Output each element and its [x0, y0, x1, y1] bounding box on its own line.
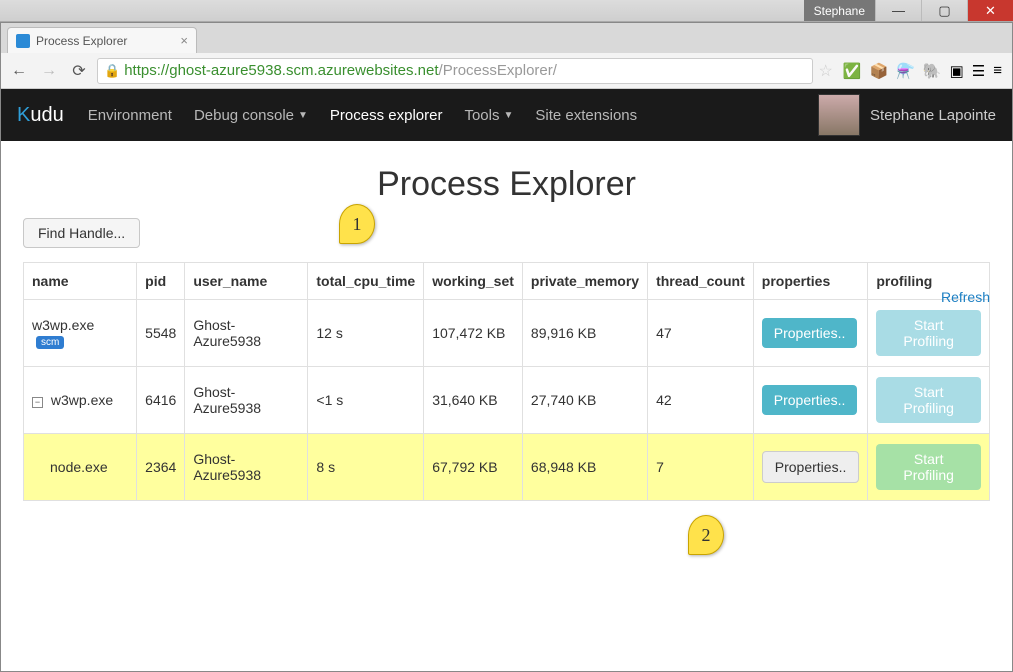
- process-name: w3wp.exe: [51, 392, 113, 408]
- tab-favicon: [16, 34, 30, 48]
- cell-ws: 67,792 KB: [424, 434, 523, 501]
- url-path: /ProcessExplorer/: [439, 62, 557, 79]
- annotation-callout-1: 1: [339, 204, 375, 244]
- nav-process-explorer[interactable]: Process explorer: [330, 107, 443, 124]
- browser-toolbar: ← → ⟳ 🔒 https ://ghost-azure5938.scm.azu…: [1, 53, 1012, 89]
- cell-pm: 68,948 KB: [522, 434, 647, 501]
- cell-user: Ghost-Azure5938: [185, 300, 308, 367]
- tree-collapse-icon[interactable]: −: [32, 397, 43, 408]
- start-profiling-button[interactable]: Start Profiling: [876, 310, 981, 356]
- ext-box-icon[interactable]: 📦: [870, 62, 889, 80]
- url-scheme: https: [124, 62, 157, 79]
- col-working-set: working_set: [424, 263, 523, 300]
- table-row: − w3wp.exe 6416 Ghost-Azure5938 <1 s 31,…: [24, 367, 990, 434]
- browser-menu-icon[interactable]: ≡: [993, 62, 1002, 79]
- nav-debug-console[interactable]: Debug console ▼: [194, 107, 308, 124]
- table-header-row: name pid user_name total_cpu_time workin…: [24, 263, 990, 300]
- cell-user: Ghost-Azure5938: [185, 367, 308, 434]
- user-name: Stephane Lapointe: [870, 107, 996, 124]
- process-name: node.exe: [32, 459, 108, 475]
- window-user-badge: Stephane: [804, 0, 875, 21]
- nav-tools-label: Tools: [464, 107, 499, 124]
- col-total-cpu-time: total_cpu_time: [308, 263, 424, 300]
- nav-debug-console-label: Debug console: [194, 107, 294, 124]
- table-row: w3wp.exe scm 5548 Ghost-Azure5938 12 s 1…: [24, 300, 990, 367]
- find-handle-button[interactable]: Find Handle...: [23, 218, 140, 248]
- ext-beaker-icon[interactable]: ⚗️: [896, 62, 915, 80]
- url-host: ://ghost-azure5938.scm.azurewebsites.net: [157, 62, 439, 79]
- properties-button[interactable]: Properties..: [762, 451, 860, 483]
- cell-tc: 42: [648, 367, 754, 434]
- col-thread-count: thread_count: [648, 263, 754, 300]
- properties-button[interactable]: Properties..: [762, 385, 858, 415]
- bookmark-star-icon[interactable]: ☆: [819, 61, 833, 81]
- kudu-navbar: Kudu Environment Debug console ▼ Process…: [1, 89, 1012, 141]
- browser-tabstrip: Process Explorer ×: [1, 23, 1012, 53]
- tab-close-icon[interactable]: ×: [180, 33, 188, 48]
- cell-user: Ghost-Azure5938: [185, 434, 308, 501]
- col-pid: pid: [137, 263, 185, 300]
- cell-cpu: 12 s: [308, 300, 424, 367]
- lock-icon: 🔒: [104, 63, 120, 79]
- col-name: name: [24, 263, 137, 300]
- table-row-selected: node.exe 2364 Ghost-Azure5938 8 s 67,792…: [24, 434, 990, 501]
- window-titlebar: Stephane — ▢ ✕: [0, 0, 1013, 22]
- col-properties: properties: [753, 263, 868, 300]
- ext-check-icon[interactable]: ✅: [843, 62, 862, 80]
- cell-ws: 107,472 KB: [424, 300, 523, 367]
- start-profiling-button[interactable]: Start Profiling: [876, 377, 981, 423]
- cell-pid: 6416: [137, 367, 185, 434]
- cell-pm: 89,916 KB: [522, 300, 647, 367]
- process-table: name pid user_name total_cpu_time workin…: [23, 262, 990, 501]
- nav-site-extensions[interactable]: Site extensions: [535, 107, 637, 124]
- user-avatar[interactable]: [818, 94, 860, 136]
- address-bar[interactable]: 🔒 https ://ghost-azure5938.scm.azurewebs…: [97, 58, 813, 84]
- start-profiling-button[interactable]: Start Profiling: [876, 444, 981, 490]
- browser-tab[interactable]: Process Explorer ×: [7, 27, 197, 53]
- cell-cpu: <1 s: [308, 367, 424, 434]
- cell-pid: 2364: [137, 434, 185, 501]
- ext-evernote-icon[interactable]: 🐘: [923, 62, 942, 80]
- reload-button[interactable]: ⟳: [67, 59, 91, 83]
- caret-down-icon: ▼: [504, 110, 514, 121]
- caret-down-icon: ▼: [298, 110, 308, 121]
- annotation-callout-2: 2: [688, 515, 724, 555]
- forward-button[interactable]: →: [37, 59, 61, 83]
- brand-k: K: [17, 104, 30, 126]
- ext-stack-icon[interactable]: ☰: [972, 62, 985, 80]
- extension-icons: ✅ 📦 ⚗️ 🐘 ▣ ☰ ≡: [839, 62, 1006, 80]
- refresh-link[interactable]: Refresh: [941, 289, 990, 305]
- cell-tc: 7: [648, 434, 754, 501]
- nav-environment[interactable]: Environment: [88, 107, 172, 124]
- back-button[interactable]: ←: [7, 59, 31, 83]
- window-close-button[interactable]: ✕: [967, 0, 1013, 21]
- cell-pid: 5548: [137, 300, 185, 367]
- kudu-brand[interactable]: Kudu: [17, 104, 64, 127]
- nav-tools[interactable]: Tools ▼: [464, 107, 513, 124]
- properties-button[interactable]: Properties..: [762, 318, 858, 348]
- page-title: Process Explorer: [1, 165, 1012, 204]
- process-name: w3wp.exe: [32, 317, 94, 333]
- tab-title: Process Explorer: [36, 34, 127, 48]
- cell-pm: 27,740 KB: [522, 367, 647, 434]
- cell-tc: 47: [648, 300, 754, 367]
- brand-rest: udu: [30, 104, 63, 126]
- browser-window: Process Explorer × ← → ⟳ 🔒 https ://ghos…: [0, 22, 1013, 672]
- page-content: Kudu Environment Debug console ▼ Process…: [1, 89, 1012, 671]
- window-maximize-button[interactable]: ▢: [921, 0, 967, 21]
- scm-badge: scm: [36, 336, 64, 349]
- ext-cast-icon[interactable]: ▣: [950, 62, 964, 80]
- window-minimize-button[interactable]: —: [875, 0, 921, 21]
- col-user-name: user_name: [185, 263, 308, 300]
- col-private-memory: private_memory: [522, 263, 647, 300]
- cell-cpu: 8 s: [308, 434, 424, 501]
- cell-ws: 31,640 KB: [424, 367, 523, 434]
